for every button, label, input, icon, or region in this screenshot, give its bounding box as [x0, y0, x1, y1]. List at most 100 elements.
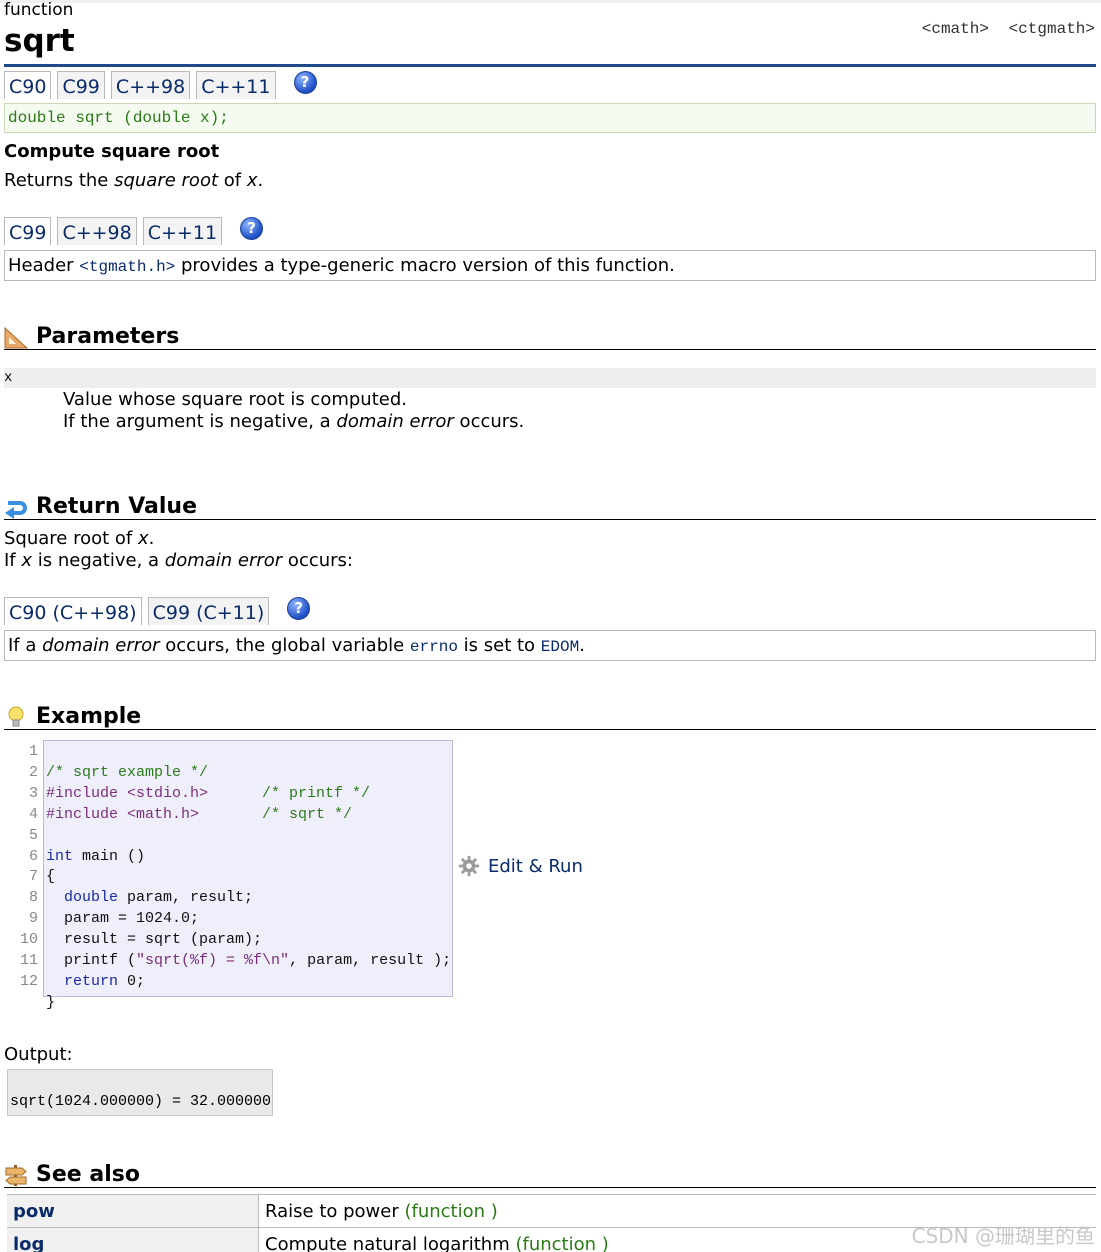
prototype-tabs: C90 C99 C++98 C++11 ? [4, 71, 317, 99]
help-icon[interactable]: ? [287, 597, 311, 620]
tab-c99-c11[interactable]: C99 (C+11) [147, 597, 270, 625]
code-comment: /* printf */ [262, 784, 371, 802]
return-rule [4, 519, 1096, 520]
code-keyword: return [64, 972, 119, 990]
header-note-pre: Header [8, 255, 80, 276]
line-number: 5 [28, 826, 38, 844]
see-also-link-pow[interactable]: pow [7, 1194, 259, 1228]
header-note-box: Header <tgmath.h> provides a type-generi… [4, 250, 1096, 281]
line-number: 2 [28, 763, 38, 781]
code-text: } [46, 993, 56, 1011]
code-text: main () [73, 847, 146, 865]
see-also-rule [4, 1187, 1096, 1188]
summary-text-em: square root [114, 170, 219, 191]
top-divider [0, 0, 1101, 3]
output-box: sqrt(1024.000000) = 32.000000 [7, 1069, 273, 1116]
code-line: param = 1024.0; [46, 909, 451, 930]
tgmath-link[interactable]: <tgmath.h> [79, 258, 175, 276]
header-link-cmath[interactable]: <cmath> [922, 20, 989, 38]
ruler-icon [4, 326, 28, 349]
line-number: 12 [19, 972, 38, 990]
summary-text-pre: Returns the [4, 170, 115, 191]
code-comment: /* sqrt */ [262, 805, 353, 823]
line-number: 1 [28, 743, 38, 760]
code-line: return 0; [46, 972, 451, 993]
see-also-desc-text: Compute natural logarithm [265, 1233, 510, 1252]
code-lines[interactable]: /* sqrt example */ #include <stdio.h> /* p… [46, 742, 451, 1056]
code-line: #include <stdio.h> /* printf */ [46, 784, 451, 805]
return-line2: If x is negative, a domain error occurs: [4, 550, 353, 571]
errno-box: If a domain error occurs, the global var… [4, 630, 1096, 661]
see-also-link-log[interactable]: log [7, 1227, 259, 1252]
code-text: { [46, 868, 56, 886]
param-line2-em: domain error [336, 411, 454, 432]
see-also-kind: (function ) [404, 1200, 498, 1222]
watermark: CSDN @珊瑚里的鱼 [911, 1224, 1095, 1248]
code-line: } [46, 993, 451, 1014]
lightbulb-icon [8, 706, 24, 727]
line-number: 8 [28, 889, 38, 907]
signpost-icon [5, 1165, 27, 1186]
param-desc-line1: Value whose square root is computed. [63, 389, 407, 410]
example-title: Example [36, 704, 142, 729]
see-also-desc-text: Raise to power [265, 1200, 399, 1222]
reference-page: function sqrt <cmath> <ctgmath> C90 C99 … [0, 0, 1101, 1252]
code-keyword: int [46, 847, 74, 865]
errno-box-pre: If a [8, 635, 43, 656]
return-arrow-icon [5, 501, 27, 519]
gear-icon [458, 855, 480, 877]
errno-tabs: C90 (C++98) C99 (C+11) ? [4, 597, 311, 625]
example-rule [4, 729, 1096, 730]
help-icon[interactable]: ? [293, 71, 317, 94]
param-line2-post: occurs. [453, 411, 525, 432]
summary-text: Returns the square root of x. [4, 170, 263, 191]
title-divider [4, 64, 1096, 67]
errno-box-em: domain error [42, 635, 160, 656]
code-text: param, result; [118, 889, 254, 907]
code-line: double param, result; [46, 888, 451, 909]
edit-run-label[interactable]: Edit & Run [488, 856, 583, 877]
tab-cpp98-header[interactable]: C++98 [57, 217, 137, 245]
errno-link[interactable]: errno [410, 638, 458, 656]
tab-c99-header[interactable]: C99 [4, 217, 52, 245]
line-number: 4 [28, 805, 38, 823]
see-also-kind: (function ) [515, 1233, 609, 1252]
param-line2-pre: If the argument is negative, a [63, 411, 337, 432]
param-name: x [4, 368, 1096, 388]
tab-cpp11-header[interactable]: C++11 [142, 217, 223, 245]
summary-text-var: x [246, 170, 258, 191]
header-tabs: C99 C++98 C++11 ? [4, 217, 264, 245]
tab-c90[interactable]: C90 [4, 71, 52, 99]
return-line2-pre: If [4, 550, 22, 571]
return-line1-var: x [137, 528, 149, 549]
prototype-code: double sqrt (double x); [4, 103, 1096, 133]
see-also-title: See also [36, 1162, 140, 1187]
parameters-rule [4, 349, 1096, 350]
errno-box-mid2: is set to [457, 635, 541, 656]
line-number: 10 [19, 931, 38, 949]
summary-text-mid: of [218, 170, 247, 191]
example-heading: Example [4, 703, 141, 731]
code-line: int main () [46, 847, 451, 868]
return-line2-em: domain error [164, 550, 283, 571]
edom-link[interactable]: EDOM [541, 638, 579, 656]
tab-c99[interactable]: C99 [57, 71, 105, 99]
errno-box-end: . [579, 635, 585, 656]
return-line2-var: x [21, 550, 33, 571]
tab-c90-cpp98[interactable]: C90 (C++98) [4, 597, 142, 625]
return-heading: Return Value [4, 493, 197, 521]
tab-cpp11[interactable]: C++11 [196, 71, 276, 99]
help-icon[interactable]: ? [240, 217, 264, 240]
code-line: #include <math.h> /* sqrt */ [46, 805, 451, 826]
code-include: #include <stdio.h> [46, 784, 209, 802]
edit-run-link[interactable]: Edit & Run [458, 855, 583, 877]
tab-cpp98[interactable]: C++98 [110, 71, 191, 99]
header-link-ctgmath[interactable]: <ctgmath> [1009, 20, 1095, 38]
code-text: printf ( [64, 952, 137, 970]
line-number: 7 [28, 868, 38, 886]
page-title: sqrt [4, 23, 75, 59]
parameters-title: Parameters [36, 324, 180, 349]
summary-heading: Compute square root [4, 141, 220, 162]
code-include: #include <math.h> [46, 805, 200, 823]
